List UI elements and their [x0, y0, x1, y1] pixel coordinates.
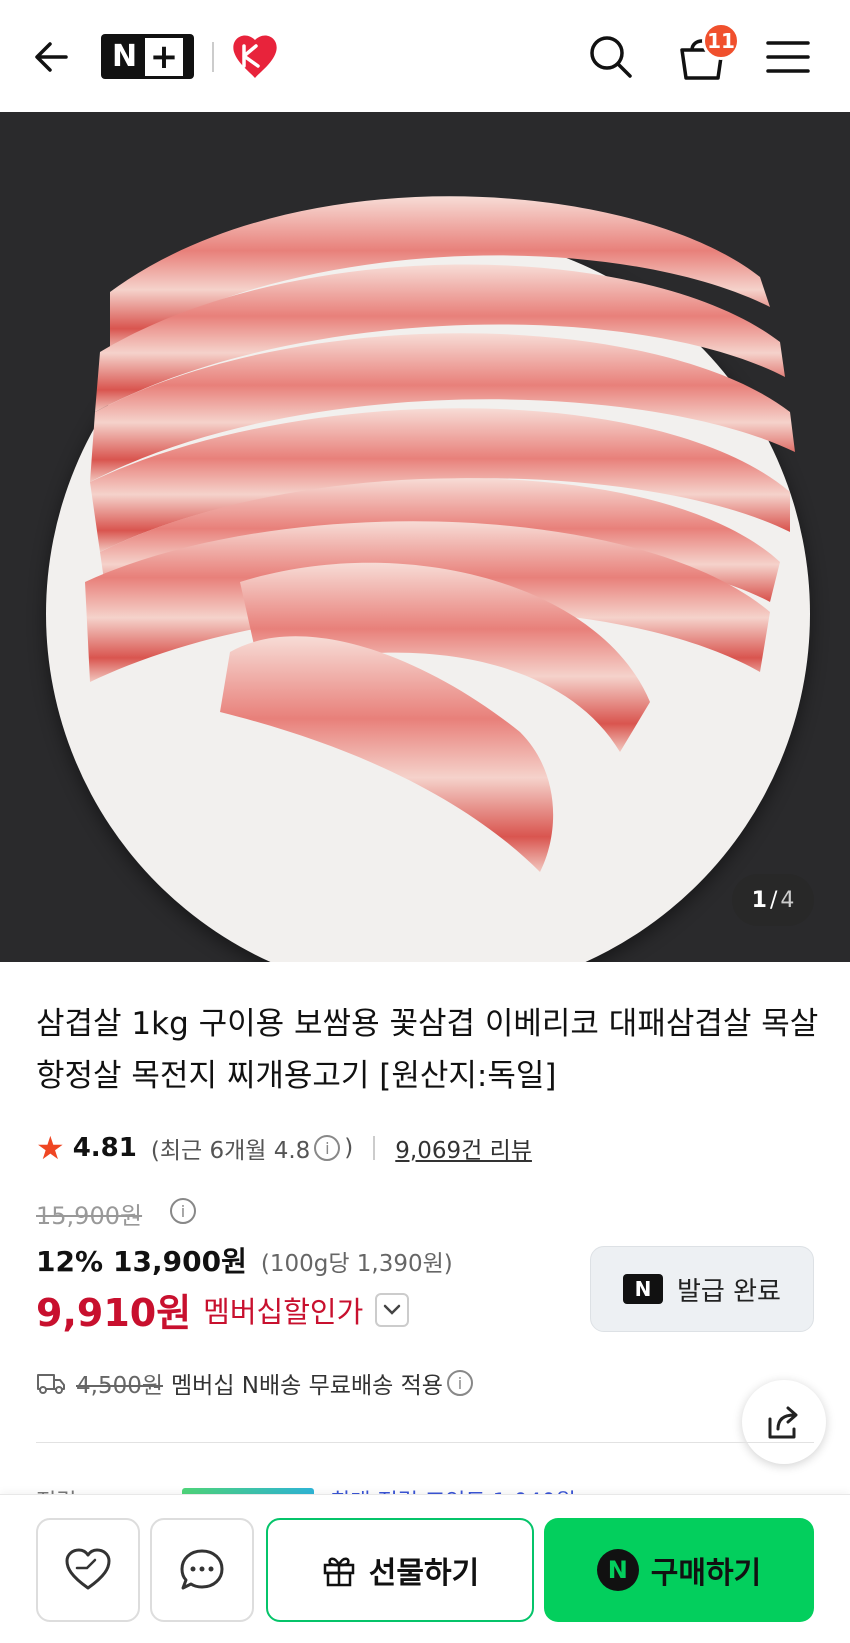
share-button[interactable]: [742, 1380, 826, 1464]
membership-details-toggle[interactable]: [375, 1292, 410, 1327]
menu-button[interactable]: [764, 36, 812, 78]
back-button[interactable]: [30, 34, 76, 80]
coupon-label: 발급 완료: [677, 1276, 781, 1307]
membership-price-label: 멤버십할인가: [203, 1294, 364, 1329]
gift-button[interactable]: 선물하기: [266, 1518, 534, 1622]
naver-n-icon: N: [623, 1274, 664, 1304]
shipping-info-row: 4,500원 멤버십 N배송 무료배송 적용 i: [36, 1366, 477, 1400]
price-info-icon[interactable]: i: [170, 1198, 196, 1224]
pork-belly-photo: [85, 196, 795, 872]
naver-pay-n-icon: N: [596, 1549, 639, 1591]
discount-percent: 12%: [36, 1245, 104, 1278]
coupon-issued-button[interactable]: N 발급 완료: [590, 1246, 814, 1332]
top-nav-bar: N + 11: [0, 0, 850, 112]
hamburger-menu-icon: [766, 41, 810, 73]
talktalk-chat-button[interactable]: [150, 1518, 254, 1622]
k-logo-icon: [233, 35, 277, 78]
search-icon: [590, 36, 632, 78]
rating-separator: [373, 1136, 376, 1160]
image-pager: 1 / 4: [732, 874, 814, 926]
unit-price: (100g당 1,390원): [260, 1251, 453, 1277]
product-image-carousel[interactable]: 1 / 4: [0, 112, 850, 962]
original-price: 15,900원: [36, 1202, 143, 1230]
section-divider: [36, 1442, 814, 1443]
cart-count-badge: 11: [702, 22, 740, 60]
pager-total: 4: [780, 887, 795, 913]
chat-bubble-icon: [180, 1549, 224, 1590]
wishlist-button[interactable]: [36, 1518, 140, 1622]
truck-icon: [37, 1374, 65, 1394]
back-arrow-icon: [35, 42, 68, 72]
membership-price: 9,910원: [36, 1291, 192, 1335]
membership-price-row: 9,910원 멤버십할인가: [36, 1282, 410, 1337]
review-count-link[interactable]: 9,069건 리뷰: [395, 1131, 532, 1165]
pager-separator: /: [769, 887, 778, 913]
gift-label: 선물하기: [368, 1556, 480, 1591]
logo-n-text: N: [111, 39, 138, 74]
rating-row: ★ 4.81 (최근 6개월 4.8 i ) 9,069건 리뷰: [36, 1128, 532, 1168]
logo-divider: [212, 42, 214, 72]
info-icon[interactable]: i: [314, 1135, 341, 1161]
nplus-store-logo[interactable]: N +: [101, 34, 194, 79]
shipping-old-fee: 4,500원: [76, 1373, 164, 1399]
search-button[interactable]: [586, 32, 636, 82]
product-title: 삼겹살 1kg 구이용 보쌈용 꽃삼겹 이베리코 대패삼겹살 목살 항정살 목전…: [36, 1006, 819, 1094]
buy-button[interactable]: N 구매하기: [544, 1518, 814, 1622]
pager-current: 1: [751, 887, 767, 913]
chevron-down-icon: [384, 1304, 401, 1315]
buy-label: 구매하기: [650, 1556, 762, 1591]
recent-rating-text: (최근 6개월 4.8: [150, 1138, 311, 1164]
shipping-text: 멤버십 N배송 무료배송 적용: [171, 1373, 443, 1399]
recent-rating-close: ): [344, 1135, 354, 1161]
rating-score: 4.81: [72, 1133, 137, 1163]
star-icon: ★: [36, 1129, 65, 1167]
gift-icon: [323, 1557, 355, 1587]
sale-price: 13,900원: [113, 1245, 247, 1278]
meat-slices: [85, 196, 795, 872]
discount-price-row: 12% 13,900원 (100g당 1,390원): [36, 1240, 453, 1280]
share-icon: [768, 1406, 798, 1439]
brand-k-logo[interactable]: [230, 32, 280, 80]
shipping-info-icon[interactable]: i: [446, 1370, 473, 1396]
logo-plus-text: +: [145, 37, 184, 77]
heart-icon: [65, 1548, 111, 1590]
